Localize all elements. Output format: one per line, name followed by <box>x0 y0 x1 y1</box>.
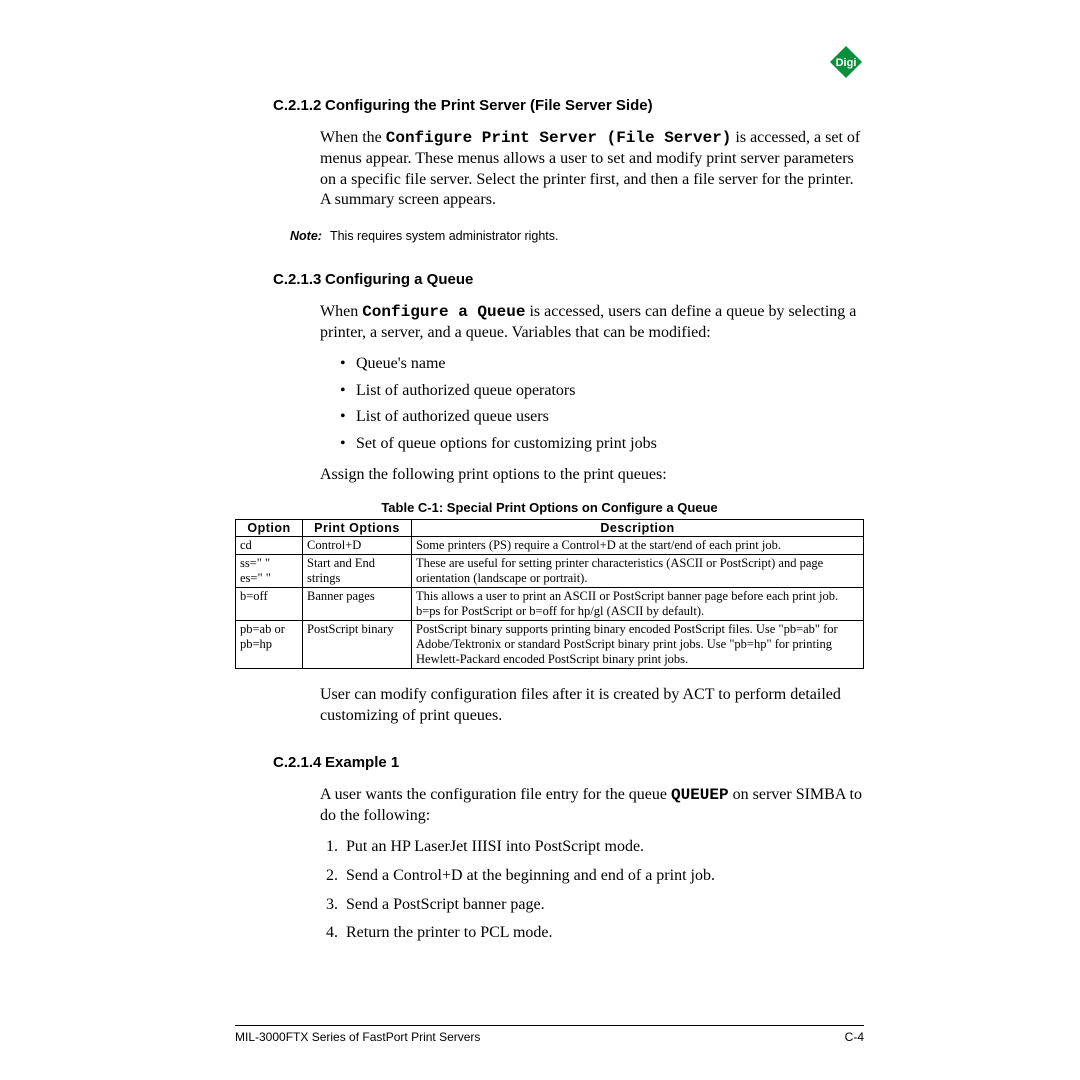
section-number: C.2.1.3 <box>273 271 325 288</box>
section-number: C.2.1.4 <box>273 754 325 771</box>
footer-right: C-4 <box>845 1030 864 1044</box>
cell-option: ss=" " es=" " <box>236 554 303 587</box>
list-item: Send a PostScript banner page. <box>342 895 864 916</box>
cell-option: b=off <box>236 587 303 620</box>
table-row: cd Control+D Some printers (PS) require … <box>236 536 864 554</box>
section-title: Example 1 <box>325 754 399 771</box>
cell-desc: Some printers (PS) require a Control+D a… <box>412 536 864 554</box>
options-table: Option Print Options Description cd Cont… <box>235 519 864 669</box>
body-c214: A user wants the configuration file entr… <box>320 785 864 944</box>
list-item: Queue's name <box>340 354 864 375</box>
text: When the <box>320 129 386 146</box>
table-row: pb=ab or pb=hp PostScript binary PostScr… <box>236 620 864 668</box>
cell-po: Control+D <box>303 536 412 554</box>
section-heading-c212: C.2.1.2Configuring the Print Server (Fil… <box>273 97 864 114</box>
note-row: Note: This requires system administrator … <box>290 229 864 243</box>
cell-po: Start and End strings <box>303 554 412 587</box>
list-item: List of authorized queue operators <box>340 381 864 402</box>
text: Assign the following print options to th… <box>320 465 864 486</box>
table-caption: Table C-1: Special Print Options on Conf… <box>235 500 864 515</box>
cell-desc: This allows a user to print an ASCII or … <box>412 587 864 620</box>
list-item: List of authorized queue users <box>340 407 864 428</box>
mono-text: QUEUEP <box>671 786 729 804</box>
section-title: Configuring the Print Server (File Serve… <box>325 97 653 114</box>
svg-text:Digi: Digi <box>836 57 857 69</box>
cell-desc: PostScript binary supports printing bina… <box>412 620 864 668</box>
th-option: Option <box>236 519 303 536</box>
body-c213: When Configure a Queue is accessed, user… <box>320 302 864 486</box>
table-row: b=off Banner pages This allows a user to… <box>236 587 864 620</box>
list-item: Return the printer to PCL mode. <box>342 923 864 944</box>
body-after-table: User can modify configuration files afte… <box>320 685 864 727</box>
table-row: ss=" " es=" " Start and End strings Thes… <box>236 554 864 587</box>
text: User can modify configuration files afte… <box>320 685 864 727</box>
cell-desc: These are useful for setting printer cha… <box>412 554 864 587</box>
list-item: Send a Control+D at the beginning and en… <box>342 866 864 887</box>
cell-option: cd <box>236 536 303 554</box>
page-footer: MIL-3000FTX Series of FastPort Print Ser… <box>235 1025 864 1044</box>
digi-logo-icon: Digi <box>828 44 864 85</box>
list-item: Set of queue options for customizing pri… <box>340 434 864 455</box>
footer-left: MIL-3000FTX Series of FastPort Print Ser… <box>235 1030 480 1044</box>
note-label: Note: <box>290 229 322 243</box>
section-heading-c213: C.2.1.3Configuring a Queue <box>273 271 864 288</box>
section-title: Configuring a Queue <box>325 271 473 288</box>
text: When <box>320 303 362 320</box>
body-c212: When the Configure Print Server (File Se… <box>320 128 864 211</box>
cell-po: Banner pages <box>303 587 412 620</box>
section-heading-c214: C.2.1.4Example 1 <box>273 754 864 771</box>
mono-text: Configure a Queue <box>362 303 525 321</box>
ordered-list: Put an HP LaserJet IIISI into PostScript… <box>320 837 864 944</box>
text: A user wants the configuration file entr… <box>320 786 671 803</box>
bullet-list: Queue's name List of authorized queue op… <box>340 354 864 455</box>
th-print-options: Print Options <box>303 519 412 536</box>
note-text: This requires system administrator right… <box>330 229 559 243</box>
cell-po: PostScript binary <box>303 620 412 668</box>
cell-option: pb=ab or pb=hp <box>236 620 303 668</box>
list-item: Put an HP LaserJet IIISI into PostScript… <box>342 837 864 858</box>
section-number: C.2.1.2 <box>273 97 325 114</box>
mono-text: Configure Print Server (File Server) <box>386 129 732 147</box>
th-description: Description <box>412 519 864 536</box>
